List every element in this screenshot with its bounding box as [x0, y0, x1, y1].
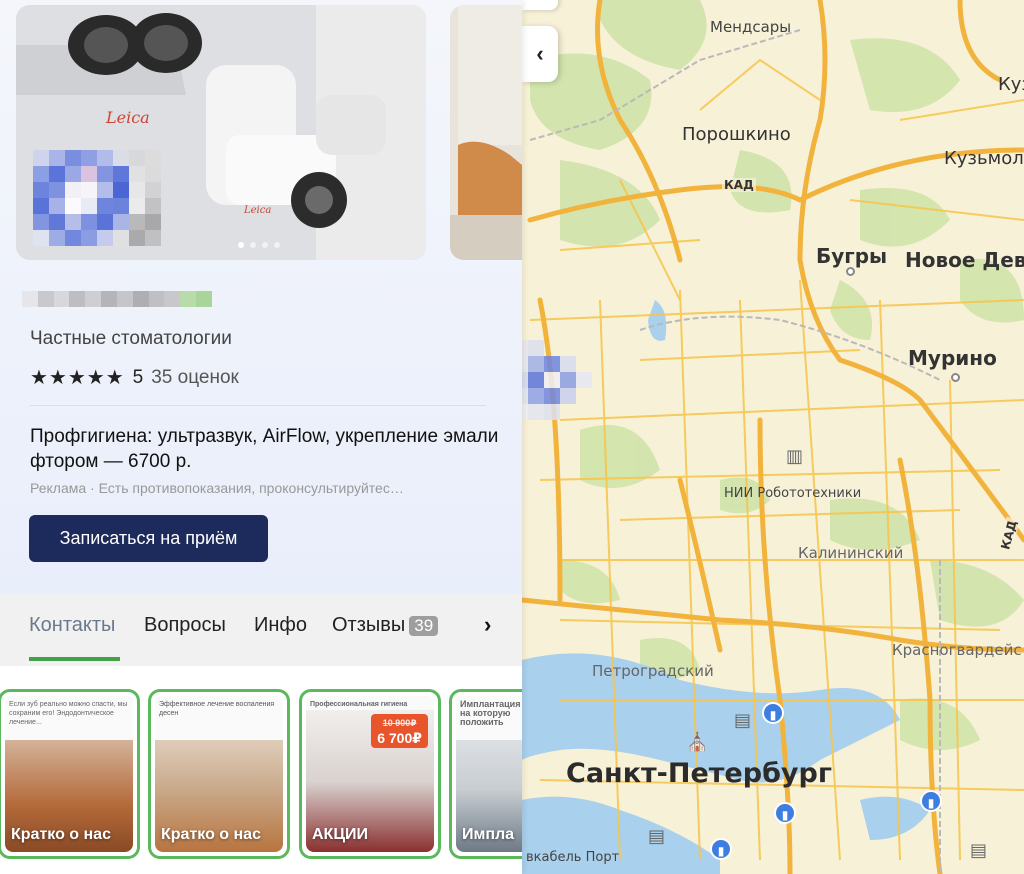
metro-station-icon[interactable]: ▮	[762, 702, 784, 724]
map-top-button[interactable]	[522, 0, 558, 10]
tab-questions[interactable]: Вопросы	[144, 614, 226, 637]
photo-gallery-next[interactable]	[450, 5, 522, 260]
map-label-mendsary[interactable]: Мендсары	[710, 18, 791, 36]
ratings-count-link[interactable]: 35 оценок	[151, 367, 239, 389]
tab-info[interactable]: Инфо	[254, 614, 307, 637]
landmark-icon: ▤	[648, 826, 666, 846]
place-category[interactable]: Частные стоматологии	[30, 328, 232, 350]
map-label-krasnogvardeisky[interactable]: Красногвардейс	[892, 641, 1022, 659]
settlement-dot	[951, 373, 960, 382]
map-label-novoe-devyatkino[interactable]: Новое Дев	[905, 248, 1024, 272]
chevron-left-icon: ‹	[536, 41, 544, 66]
organization-name-redacted	[22, 291, 212, 307]
landmark-icon: ▤	[734, 710, 752, 730]
place-panel: Leica Leica Частные стоматологии ★★★★★ 5…	[0, 0, 522, 874]
gallery-pagination[interactable]	[238, 242, 280, 248]
pagination-dot[interactable]	[262, 242, 268, 248]
divider	[30, 405, 486, 406]
story-caption: Эффективное лечение воспаления десен	[155, 696, 283, 740]
svg-text:Leica: Leica	[243, 205, 271, 216]
map-label-petrogradsky[interactable]: Петроградский	[592, 662, 714, 680]
map-label-port[interactable]: вкабель Порт	[526, 850, 619, 865]
map-label-saint-petersburg[interactable]: Санкт-Петербург	[566, 758, 832, 789]
story-label: Кратко о нас	[11, 826, 111, 843]
map-label-nii[interactable]: НИИ Робототехники	[724, 486, 861, 501]
metro-station-icon[interactable]: ▮	[920, 790, 942, 812]
pagination-dot[interactable]	[250, 242, 256, 248]
metro-station-icon[interactable]: ▮	[710, 838, 732, 860]
story-card[interactable]: Профессиональная гигиена 10 900₽ 6 700₽ …	[299, 689, 441, 859]
pagination-dot[interactable]	[274, 242, 280, 248]
story-caption: Если зуб реально можно спасти, мы сохран…	[5, 696, 133, 740]
ad-disclaimer: Есть противопоказания, проконсультируйте…	[98, 480, 404, 496]
rating-row[interactable]: ★★★★★ 5 35 оценок	[30, 365, 239, 390]
tab-reviews[interactable]: Отзывы 39	[332, 614, 439, 637]
tab-contacts[interactable]: Контакты	[29, 614, 115, 637]
story-card[interactable]: Имплантация на которую положить Импла	[449, 689, 522, 859]
photo-gallery-main[interactable]: Leica Leica	[16, 5, 426, 260]
new-price: 6 700₽	[377, 730, 422, 746]
map-label-kuzmolovo[interactable]: Кузьмол	[944, 148, 1024, 169]
rating-score: 5	[132, 366, 144, 388]
ad-separator: ·	[86, 480, 99, 496]
ad-title[interactable]: Профгигиена: ультразвук, AirFlow, укрепл…	[30, 424, 500, 474]
tab-bar: Контакты Вопросы Инфо Отзывы 39 ›	[0, 594, 522, 666]
story-card[interactable]: Если зуб реально можно спасти, мы сохран…	[0, 689, 140, 859]
active-tab-indicator	[29, 657, 120, 661]
story-caption: Имплантация на которую положить	[456, 696, 522, 740]
settlement-dot	[846, 267, 855, 276]
map-label-kalininsky[interactable]: Калининский	[798, 544, 903, 562]
chevron-right-icon[interactable]: ›	[484, 612, 491, 638]
place-header: Leica Leica Частные стоматологии ★★★★★ 5…	[0, 0, 522, 594]
book-appointment-button[interactable]: Записаться на приём	[29, 515, 268, 562]
price-tag: 10 900₽ 6 700₽	[371, 714, 428, 748]
collapse-panel-button[interactable]: ‹	[522, 26, 558, 82]
ad-meta: Реклама · Есть противопоказания, проконс…	[30, 480, 404, 496]
map-label-bugry[interactable]: Бугры	[816, 244, 887, 268]
dental-chair-photo	[450, 5, 522, 260]
story-label: АКЦИИ	[312, 826, 369, 843]
map-label-murino[interactable]: Мурино	[908, 346, 997, 370]
landmark-icon: ⛪	[686, 732, 709, 752]
clinic-logo	[33, 150, 161, 246]
tab-reviews-label: Отзывы	[332, 614, 406, 636]
story-card[interactable]: Эффективное лечение воспаления десен Кра…	[148, 689, 290, 859]
road-label-kad: КАД	[722, 178, 756, 192]
map-label-kuz[interactable]: Куз	[998, 74, 1024, 95]
metro-station-icon[interactable]: ▮	[774, 802, 796, 824]
map-label-poroshkino[interactable]: Порошкино	[682, 124, 791, 145]
building-icon: ▥	[786, 446, 804, 466]
story-label: Импла	[462, 826, 515, 843]
place-marker-icon[interactable]	[512, 340, 592, 432]
landmark-icon: ▤	[970, 840, 988, 860]
story-label: Кратко о нас	[161, 826, 261, 843]
svg-text:Leica: Leica	[105, 108, 150, 127]
rating-stars-icon: ★★★★★	[30, 367, 125, 389]
story-caption: Профессиональная гигиена	[306, 696, 434, 710]
old-price: 10 900₽	[382, 718, 417, 728]
ad-label: Реклама	[30, 480, 87, 496]
reviews-count-badge: 39	[409, 616, 439, 636]
pagination-dot[interactable]	[238, 242, 244, 248]
